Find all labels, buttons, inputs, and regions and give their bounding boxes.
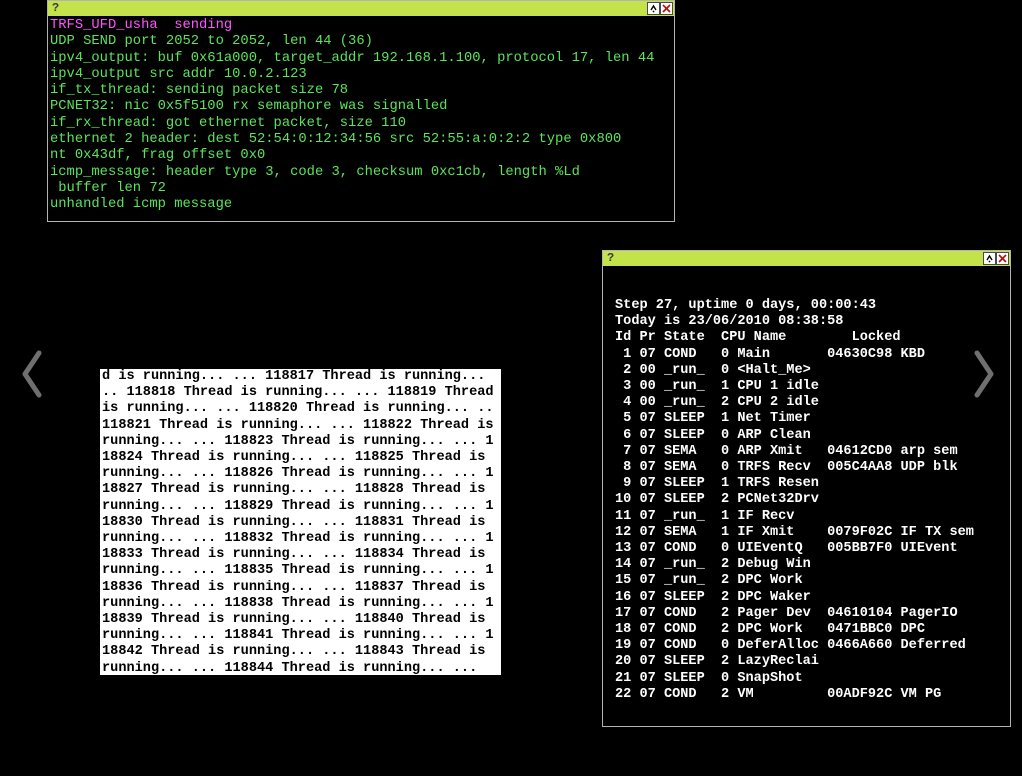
log-line-header: TRFS_UFD_usha sending <box>50 18 232 33</box>
log-line: if_tx_thread: sending packet size 78 <box>50 83 348 98</box>
table-row: 16 07 SLEEP 2 DPC Waker <box>615 590 811 605</box>
log-line: icmp_message: header type 3, code 3, che… <box>50 165 580 180</box>
table-row: 12 07 SEMA 1 IF Xmit 0079F02C IF TX sem <box>615 525 974 540</box>
monitor-columns: Id Pr State CPU Name Locked <box>615 330 901 345</box>
table-row: 19 07 COND 0 DeferAlloc 0466A660 Deferre… <box>615 638 966 653</box>
network-log-window: ? TRFS_UFD_usha sending UDP SEND port 20… <box>47 0 675 222</box>
log-line: nt 0x43df, frag offset 0x0 <box>50 148 265 163</box>
log-line: ethernet 2 header: dest 52:54:0:12:34:56… <box>50 132 621 147</box>
monitor-date: Today is 23/06/2010 08:38:58 <box>615 314 843 329</box>
table-row: 13 07 COND 0 UIEventQ 005BB7F0 UIEvent <box>615 541 958 556</box>
prev-slide-button[interactable] <box>12 346 52 402</box>
thread-log-text: d is running... ... 118817 Thread is run… <box>100 369 501 675</box>
table-row: 18 07 COND 2 DPC Work 0471BBC0 DPC <box>615 622 925 637</box>
network-log-titlebar[interactable]: ? <box>48 1 674 16</box>
maximize-icon[interactable] <box>647 2 660 15</box>
table-row: 4 00 _run_ 2 CPU 2 idle <box>615 395 819 410</box>
table-row: 8 07 SEMA 0 TRFS Recv 005C4AA8 UDP blk <box>615 460 958 475</box>
thread-log-panel: d is running... ... 118817 Thread is run… <box>100 369 501 675</box>
network-log-body: TRFS_UFD_usha sending UDP SEND port 2052… <box>48 16 674 216</box>
log-line: PCNET32: nic 0x5f5100 rx semaphore was s… <box>50 99 447 114</box>
table-row: 9 07 SLEEP 1 TRFS Resen <box>615 476 819 491</box>
window-title: ? <box>52 1 59 15</box>
table-row: 14 07 _run_ 2 Debug Win <box>615 557 811 572</box>
close-icon[interactable] <box>660 2 673 15</box>
table-row: 21 07 SLEEP 0 SnapShot <box>615 671 803 686</box>
table-row: 7 07 SEMA 0 ARP Xmit 04612CD0 arp sem <box>615 444 958 459</box>
thread-monitor-body: Step 27, uptime 0 days, 00:00:43 Today i… <box>603 266 1010 709</box>
next-slide-button[interactable] <box>964 346 1004 402</box>
table-row: 1 07 COND 0 Main 04630C98 KBD <box>615 347 925 362</box>
log-line: buffer len 72 <box>50 181 166 196</box>
log-line: if_rx_thread: got ethernet packet, size … <box>50 116 406 131</box>
log-line: ipv4_output src addr 10.0.2.123 <box>50 67 307 82</box>
table-row: 17 07 COND 2 Pager Dev 04610104 PagerIO <box>615 606 958 621</box>
table-row: 2 00 _run_ 0 <Halt_Me> <box>615 363 811 378</box>
maximize-icon[interactable] <box>983 252 996 265</box>
thread-monitor-window: ? Step 27, uptime 0 days, 00:00:43 Today… <box>602 250 1011 727</box>
table-row: 6 07 SLEEP 0 ARP Clean <box>615 428 811 443</box>
table-row: 5 07 SLEEP 1 Net Timer <box>615 411 811 426</box>
table-row: 10 07 SLEEP 2 PCNet32Drv <box>615 492 819 507</box>
log-line: unhandled icmp message <box>50 197 232 212</box>
table-row: 11 07 _run_ 1 IF Recv <box>615 509 794 524</box>
log-line: UDP SEND port 2052 to 2052, len 44 (36) <box>50 34 373 49</box>
table-row: 22 07 COND 2 VM 00ADF92C VM PG <box>615 687 941 702</box>
window-title: ? <box>607 251 614 265</box>
table-row: 15 07 _run_ 2 DPC Work <box>615 573 803 588</box>
window-controls <box>647 2 673 15</box>
table-row: 3 00 _run_ 1 CPU 1 idle <box>615 379 819 394</box>
log-line: ipv4_output: buf 0x61a000, target_addr 1… <box>50 51 654 66</box>
close-icon[interactable] <box>996 252 1009 265</box>
monitor-header: Step 27, uptime 0 days, 00:00:43 <box>615 298 876 313</box>
thread-monitor-titlebar[interactable]: ? <box>603 251 1010 266</box>
table-row: 20 07 SLEEP 2 LazyReclai <box>615 654 819 669</box>
window-controls <box>983 252 1009 265</box>
